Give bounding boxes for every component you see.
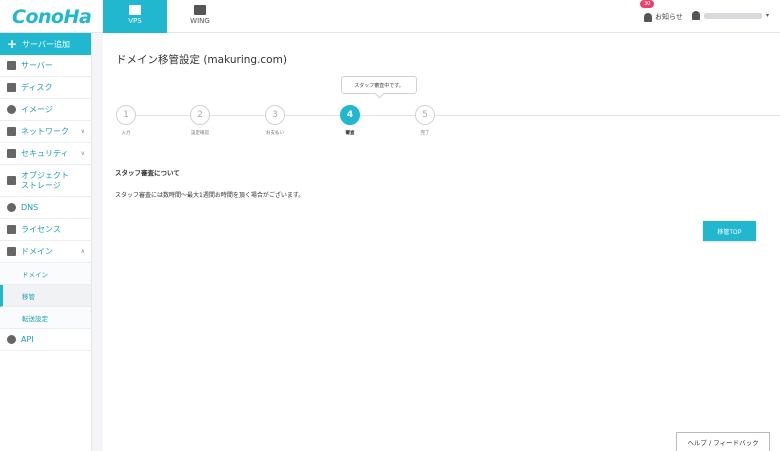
sidebar-item-label: DNS <box>21 203 39 212</box>
sidebar-subitem-forwarding[interactable]: 転送設定 <box>0 307 91 329</box>
step-1: 1 入力 <box>116 105 136 136</box>
stepper-line <box>120 115 780 116</box>
plus-icon: + <box>7 37 18 51</box>
step-5: 5 完了 <box>415 105 435 136</box>
sidebar-item-image[interactable]: イメージ <box>0 99 91 121</box>
leaf-icon <box>7 335 16 344</box>
sidebar-item-label: セキュリティ <box>21 149 69 158</box>
step-number: 1 <box>116 105 136 125</box>
main-content: ドメイン移管設定 (makuring.com) スタッフ審査中です。 1 入力 … <box>103 33 780 451</box>
notice-button[interactable]: お知らせ <box>644 12 683 22</box>
step-label: 審査 <box>345 131 355 136</box>
vps-icon <box>129 5 141 15</box>
key-icon <box>7 149 16 158</box>
sidebar-item-domain[interactable]: ドメイン ∧ <box>0 241 91 263</box>
chevron-down-icon: ▾ <box>766 12 770 19</box>
domain-icon <box>7 247 16 256</box>
status-tooltip: スタッフ審査中です。 <box>341 76 417 94</box>
sidebar-item-disk[interactable]: ディスク <box>0 77 91 99</box>
sidebar-item-label: ドメイン <box>21 247 53 256</box>
step-label: お支払い <box>266 131 284 136</box>
network-icon <box>7 127 16 136</box>
section-title: スタッフ審査について <box>115 169 180 177</box>
step-4-current: 4 審査 <box>340 105 360 136</box>
conoha-logo[interactable]: ConoHa <box>12 6 92 28</box>
chevron-down-icon: ∨ <box>80 150 85 157</box>
step-3: 3 お支払い <box>265 105 285 136</box>
sidebar-subitem-domain[interactable]: ドメイン <box>0 263 91 285</box>
add-server-label: サーバー追加 <box>22 39 70 49</box>
tab-wing[interactable]: WING <box>168 0 232 33</box>
sidebar-item-security[interactable]: セキュリティ ∨ <box>0 143 91 165</box>
step-number: 4 <box>340 105 360 125</box>
tab-vps[interactable]: VPS <box>103 0 167 33</box>
page-title: ドメイン移管設定 (makuring.com) <box>116 54 287 66</box>
bell-icon <box>644 12 652 22</box>
sidebar-item-dns[interactable]: DNS <box>0 197 91 219</box>
image-icon <box>7 105 16 114</box>
sidebar-item-label: ディスク <box>21 83 53 92</box>
sidebar-item-label: イメージ <box>21 105 53 114</box>
disk-icon <box>7 83 16 92</box>
chevron-down-icon: ∨ <box>80 128 85 135</box>
step-label: 入力 <box>121 131 131 136</box>
notice-label: お知らせ <box>655 13 683 21</box>
step-label: 設定確認 <box>191 131 209 136</box>
sidebar-subitem-transfer[interactable]: 移管 <box>0 285 91 307</box>
chevron-up-icon: ∧ <box>80 248 85 255</box>
folder-icon <box>7 176 16 185</box>
help-feedback-button[interactable]: ヘルプ / フィードバック <box>676 432 770 451</box>
sidebar-item-label: API <box>21 335 34 344</box>
globe-icon <box>7 203 16 212</box>
sidebar: + サーバー追加 サーバー ディスク イメージ ネットワーク ∨ セキュリティ … <box>0 33 92 451</box>
sidebar-item-network[interactable]: ネットワーク ∨ <box>0 121 91 143</box>
section-text: スタッフ審査には数時間〜最大1週間お時間を頂く場合がございます。 <box>115 192 305 199</box>
wing-icon <box>194 5 206 15</box>
top-header: ConoHa VPS WING 30 お知らせ ▾ <box>0 0 780 33</box>
sidebar-item-server[interactable]: サーバー <box>0 55 91 77</box>
transfer-top-button[interactable]: 移管TOP <box>703 221 756 241</box>
step-number: 3 <box>265 105 285 125</box>
step-number: 2 <box>190 105 210 125</box>
server-icon <box>7 61 16 70</box>
tab-vps-label: VPS <box>128 17 142 25</box>
notice-count-badge: 30 <box>640 0 655 8</box>
sidebar-item-object-storage[interactable]: オブジェクト ストレージ <box>0 165 91 197</box>
tab-wing-label: WING <box>190 17 210 25</box>
license-icon <box>7 225 16 234</box>
step-label: 完了 <box>420 131 430 136</box>
step-2: 2 設定確認 <box>190 105 210 136</box>
user-menu[interactable]: ▾ <box>692 11 769 20</box>
sidebar-item-label: オブジェクト ストレージ <box>21 171 69 190</box>
add-server-button[interactable]: + サーバー追加 <box>0 33 91 55</box>
sidebar-item-api[interactable]: API <box>0 329 91 351</box>
user-icon <box>692 11 700 20</box>
sidebar-item-label: サーバー <box>21 61 53 70</box>
sidebar-item-label: ライセンス <box>21 225 61 234</box>
sidebar-item-license[interactable]: ライセンス <box>0 219 91 241</box>
user-name-redacted <box>704 12 762 19</box>
sidebar-item-label: ネットワーク <box>21 127 69 136</box>
step-number: 5 <box>415 105 435 125</box>
logo-text: ConoHa <box>12 6 92 28</box>
